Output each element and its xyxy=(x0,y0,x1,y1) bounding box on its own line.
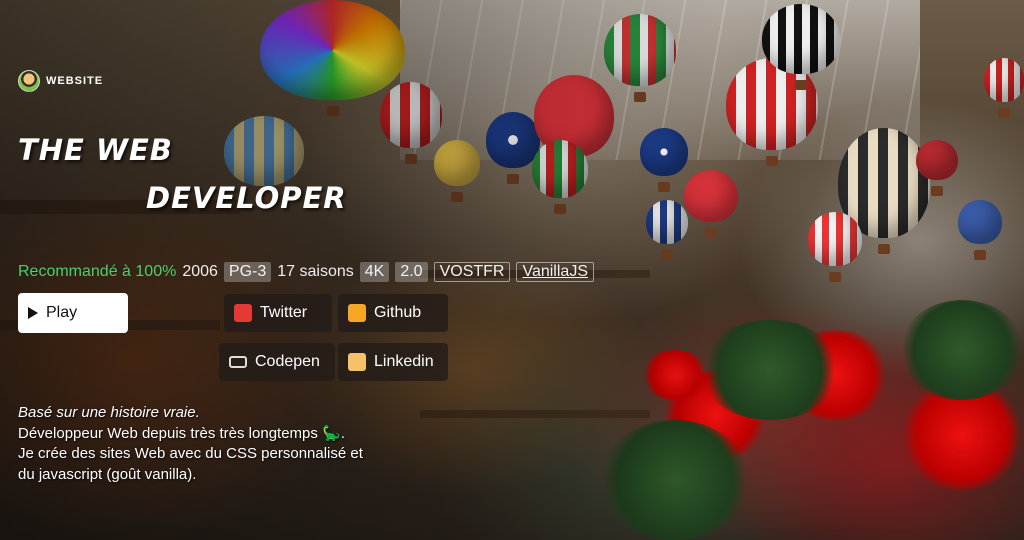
github-button[interactable]: Github xyxy=(338,294,448,332)
bird-icon xyxy=(234,304,252,322)
play-label: Play xyxy=(46,304,78,321)
badge-vanillajs[interactable]: VanillaJS xyxy=(516,262,594,282)
seasons: 17 saisons xyxy=(277,263,354,280)
codepen-button[interactable]: Codepen xyxy=(219,343,335,381)
year: 2006 xyxy=(182,263,218,280)
description-line-1: Basé sur une histoire vraie. xyxy=(18,404,200,421)
title-line-1: THE WEB xyxy=(18,133,173,167)
developer-avatar-icon xyxy=(18,70,40,92)
badge-audio: 2.0 xyxy=(395,262,428,282)
keyboard-icon xyxy=(229,356,247,368)
worker-icon xyxy=(348,353,366,371)
github-label: Github xyxy=(374,304,422,321)
meta-row: Recommandé à 100% 2006 PG-3 17 saisons 4… xyxy=(18,259,594,285)
linkedin-label: Linkedin xyxy=(374,353,434,370)
title-line-2: DEVELOPER xyxy=(146,181,347,215)
play-icon xyxy=(28,307,38,319)
description-line-3: Je crée des sites Web avec du CSS person… xyxy=(18,445,363,462)
brand: WEBSITE xyxy=(18,70,103,92)
badge-vostfr: VOSTFR xyxy=(433,262,511,282)
badge-4k: 4K xyxy=(359,262,390,282)
cat-icon xyxy=(348,304,366,322)
brand-label: WEBSITE xyxy=(46,75,104,87)
twitter-label: Twitter xyxy=(260,304,308,321)
description-line-4: du javascript (goût vanilla). xyxy=(18,465,197,483)
linkedin-button[interactable]: Linkedin xyxy=(338,343,448,381)
play-button[interactable]: Play xyxy=(18,293,128,333)
description: Basé sur une histoire vraie. Développeur… xyxy=(18,403,428,485)
codepen-label: Codepen xyxy=(255,353,320,370)
recommendation: Recommandé à 100% xyxy=(18,263,177,280)
twitter-button[interactable]: Twitter xyxy=(224,294,332,332)
description-line-2: Développeur Web depuis très très longtem… xyxy=(18,424,345,442)
rating-badge: PG-3 xyxy=(223,262,272,282)
